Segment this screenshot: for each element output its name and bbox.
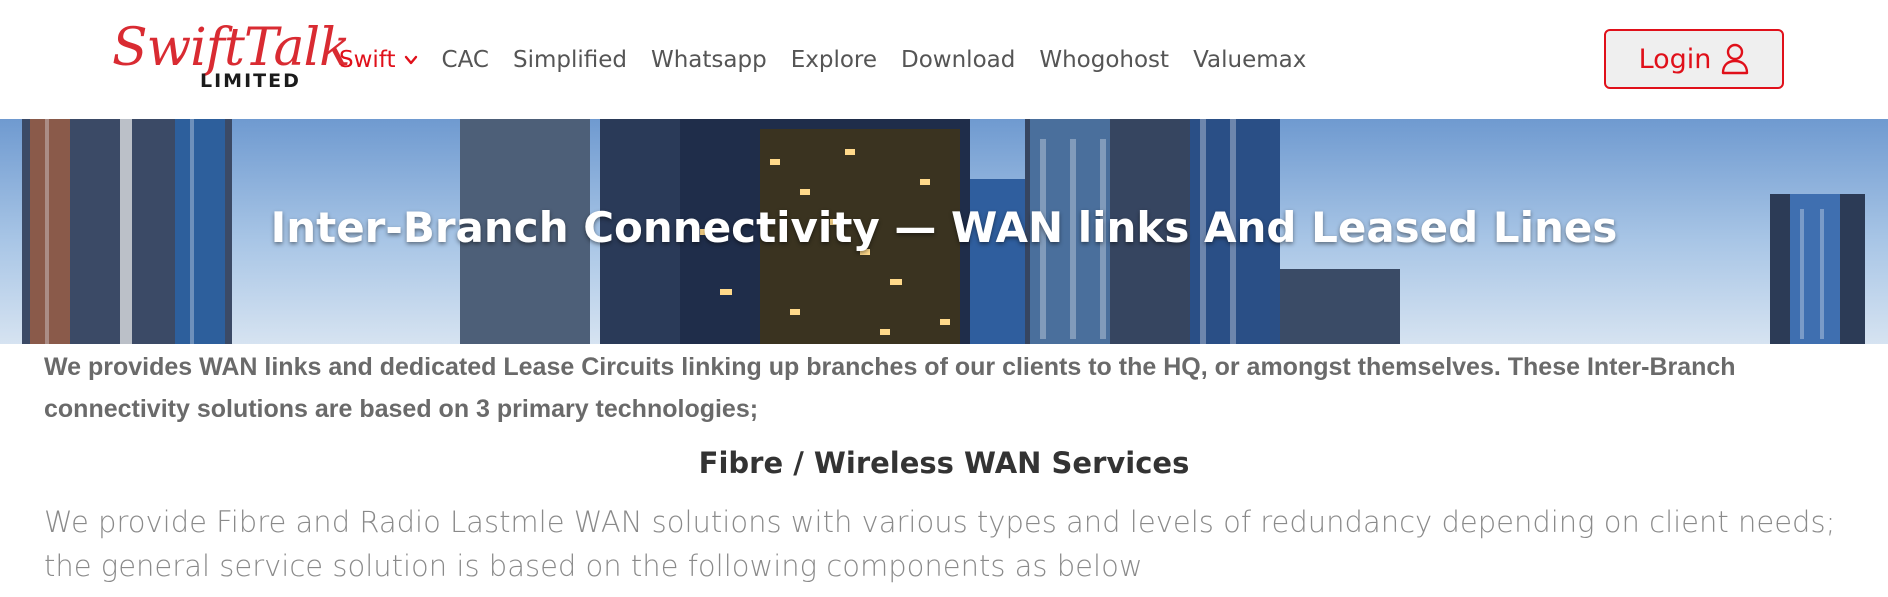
user-icon [1722, 43, 1749, 75]
login-label: Login [1638, 43, 1712, 75]
main-nav: Swift CAC Simplified Whatsapp Explore Do… [339, 42, 1330, 78]
nav-item-label: Swift [339, 47, 396, 73]
top-navbar: SwiftTalk LIMITED Swift CAC Simplified W… [0, 0, 1888, 119]
nav-item-simplified[interactable]: Simplified [513, 47, 627, 73]
chevron-down-icon [404, 55, 417, 65]
nav-item-explore[interactable]: Explore [791, 47, 877, 73]
hero-banner: Inter-Branch Connectivity — WAN links An… [0, 119, 1888, 344]
page-title: Inter-Branch Connectivity — WAN links An… [270, 203, 1618, 252]
nav-item-cac[interactable]: CAC [442, 47, 489, 73]
intro-paragraph: We provides WAN links and dedicated Leas… [44, 353, 1736, 423]
nav-item-whogohost[interactable]: Whogohost [1039, 47, 1169, 73]
login-button[interactable]: Login [1604, 29, 1784, 89]
logo-wordmark: SwiftTalk [112, 18, 351, 78]
logo-subtitle: LIMITED [200, 70, 301, 92]
nav-item-valuemax[interactable]: Valuemax [1193, 47, 1306, 73]
section-heading: Fibre / Wireless WAN Services [698, 446, 1190, 480]
section-body-text: We provide Fibre and Radio Lastmle WAN s… [44, 505, 1836, 583]
nav-item-swift[interactable]: Swift [339, 47, 418, 73]
nav-item-whatsapp[interactable]: Whatsapp [651, 47, 767, 73]
swifttalk-logo[interactable]: SwiftTalk LIMITED [112, 18, 351, 94]
nav-item-download[interactable]: Download [901, 47, 1015, 73]
